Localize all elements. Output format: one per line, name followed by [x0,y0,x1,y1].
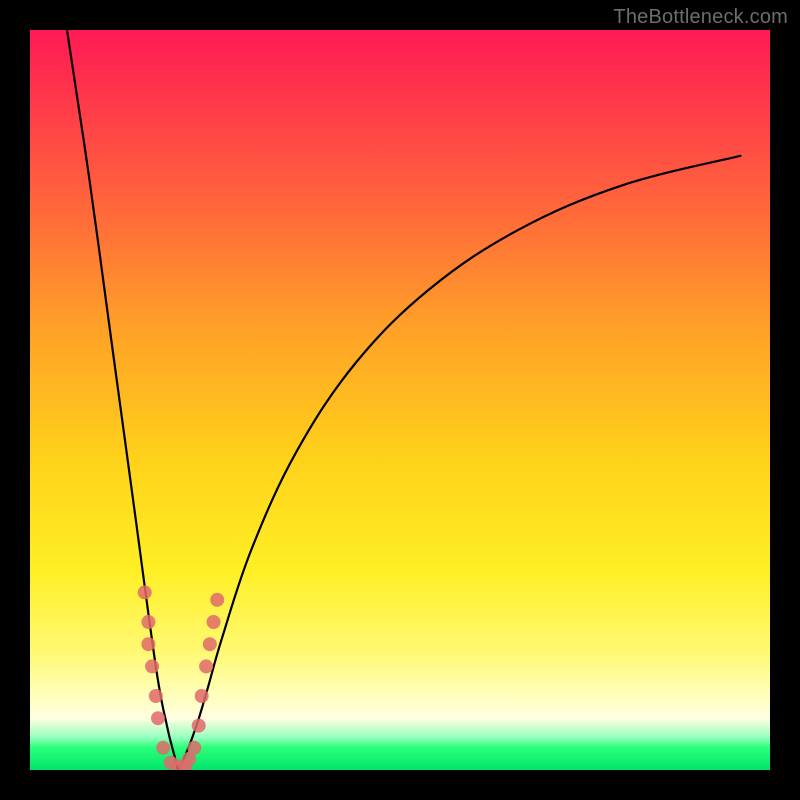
curve-right-branch [178,156,740,770]
sample-marker [156,741,170,755]
curve-left-branch [67,30,178,770]
sample-marker [207,615,221,629]
sample-marker [141,615,155,629]
sample-marker [151,711,165,725]
bottleneck-curve [67,30,740,770]
sample-marker [145,659,159,673]
sample-marker [203,637,217,651]
plot-area [30,30,770,770]
attribution-watermark: TheBottleneck.com [613,6,788,29]
sample-marker [187,741,201,755]
sample-marker [192,719,206,733]
sample-marker [149,689,163,703]
sample-marker [141,637,155,651]
sample-marker [138,585,152,599]
sample-marker [195,689,209,703]
sample-marker [199,659,213,673]
chart-frame: TheBottleneck.com [0,0,800,800]
curve-svg-layer [30,30,770,770]
sample-marker [210,593,224,607]
